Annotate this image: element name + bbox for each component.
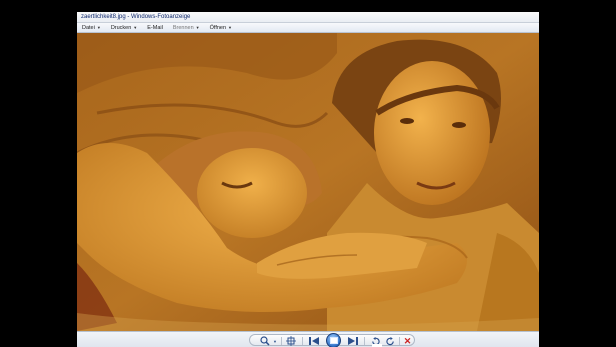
delete-icon[interactable]: ✕ [401, 335, 414, 347]
chevron-down-icon: ▼ [228, 25, 233, 30]
menu-brennen[interactable]: Brennen ▼ [168, 23, 205, 33]
photo-viewer-window: zaertlichkeit8.jpg - Windows-Fotoanzeige… [77, 12, 539, 347]
menu-email-label: E-Mail [147, 24, 163, 31]
photo-image [77, 33, 539, 331]
chevron-down-icon[interactable]: ▼ [272, 335, 278, 347]
previous-icon[interactable] [306, 335, 322, 347]
chevron-down-icon: ▼ [133, 25, 138, 30]
fit-to-window-icon[interactable] [284, 335, 298, 347]
slideshow-icon [329, 337, 338, 344]
title-bar: zaertlichkeit8.jpg - Windows-Fotoanzeige [77, 12, 539, 23]
control-bar: ▼ ✕ [77, 331, 539, 347]
menu-drucken-label: Drucken [110, 24, 132, 31]
separator [364, 337, 365, 345]
menu-drucken[interactable]: Drucken ▼ [106, 23, 142, 33]
chevron-down-icon: ▼ [96, 25, 101, 30]
menu-brennen-label: Brennen [172, 24, 194, 31]
chevron-down-icon: ▼ [195, 25, 200, 30]
rotate-right-icon[interactable] [383, 335, 397, 347]
separator [399, 337, 400, 345]
menu-oeffnen-label: Öffnen [209, 24, 227, 31]
menu-datei-label: Datei [82, 24, 95, 31]
window-title: zaertlichkeit8.jpg - Windows-Fotoanzeige [81, 14, 191, 20]
control-pill: ▼ ✕ [249, 333, 415, 347]
slideshow-button[interactable] [326, 333, 341, 347]
next-icon[interactable] [345, 335, 361, 347]
menu-email[interactable]: E-Mail [142, 23, 168, 33]
separator [302, 337, 303, 345]
separator [281, 337, 282, 345]
zoom-icon[interactable] [258, 335, 272, 347]
menu-bar: Datei ▼ Drucken ▼ E-Mail Brennen ▼ Öffnen ▼ [77, 23, 539, 33]
photo-display[interactable] [77, 33, 539, 331]
menu-oeffnen[interactable]: Öffnen ▼ [205, 23, 237, 33]
menu-datei[interactable]: Datei ▼ [77, 23, 106, 33]
